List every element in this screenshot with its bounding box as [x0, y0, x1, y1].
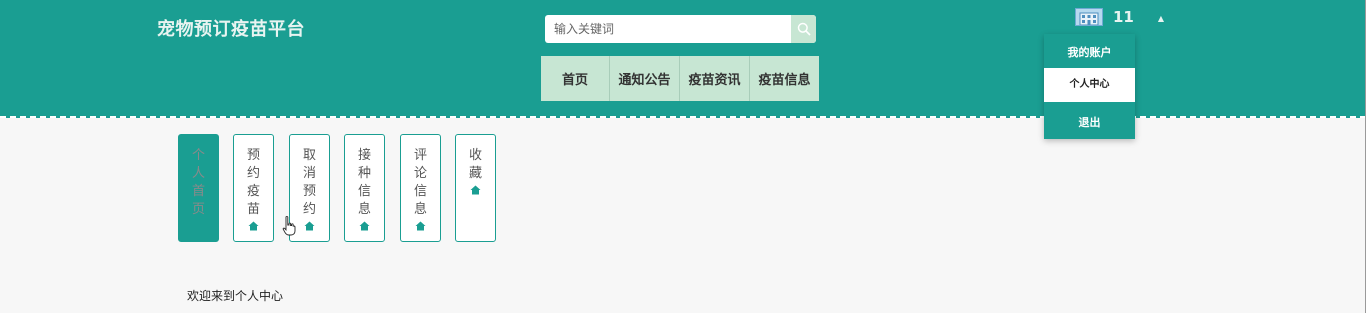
tab-label: 评论信息	[413, 148, 427, 217]
search-button[interactable]	[791, 15, 816, 43]
nav-item-vaccine-info[interactable]: 疫苗信息	[750, 56, 819, 101]
main-nav: 首页 通知公告 疫苗资讯 疫苗信息	[541, 56, 819, 101]
home-icon	[415, 221, 426, 231]
tab-vaccination-info[interactable]: 接种信息	[344, 134, 385, 242]
tab-label: 预约疫苗	[246, 148, 260, 217]
avatar-icon	[1075, 8, 1103, 26]
search-icon	[797, 22, 811, 36]
header: 宠物预订疫苗平台 首页 通知公告 疫苗资讯 疫苗信息 1	[0, 0, 1366, 118]
tab-book-vaccine[interactable]: 预约疫苗	[233, 134, 274, 242]
caret-up-icon: ▲	[1157, 13, 1165, 23]
dropdown-item-logout[interactable]: 退出	[1044, 114, 1135, 130]
home-icon	[248, 221, 259, 231]
dropdown-item-personal-center[interactable]: 个人中心	[1044, 68, 1135, 102]
user-name: 11	[1113, 8, 1134, 26]
home-icon	[359, 221, 370, 231]
search-bar	[545, 15, 816, 43]
tab-label: 取消预约	[302, 148, 316, 217]
welcome-text: 欢迎来到个人中心	[187, 289, 284, 303]
dropdown-title: 我的账户	[1067, 46, 1112, 59]
nav-item-notices[interactable]: 通知公告	[610, 56, 680, 101]
user-menu-toggle[interactable]: 11 ▲	[1075, 7, 1164, 27]
hand-cursor-icon	[282, 216, 296, 236]
tab-comments[interactable]: 评论信息	[400, 134, 441, 242]
tab-label: 接种信息	[357, 148, 371, 217]
site-logo-title[interactable]: 宠物预订疫苗平台	[157, 15, 305, 41]
search-input[interactable]	[545, 15, 791, 43]
tab-favorites[interactable]: 收藏	[455, 134, 496, 242]
tab-label: 个人首页	[191, 148, 205, 217]
home-icon	[304, 221, 315, 231]
account-dropdown: 我的账户 个人中心 退出	[1044, 34, 1135, 139]
home-icon	[470, 185, 481, 195]
tab-personal-home[interactable]: 个人首页	[178, 134, 219, 242]
nav-item-vaccine-news[interactable]: 疫苗资讯	[680, 56, 750, 101]
tab-label: 收藏	[468, 148, 482, 181]
nav-item-home[interactable]: 首页	[541, 56, 610, 101]
